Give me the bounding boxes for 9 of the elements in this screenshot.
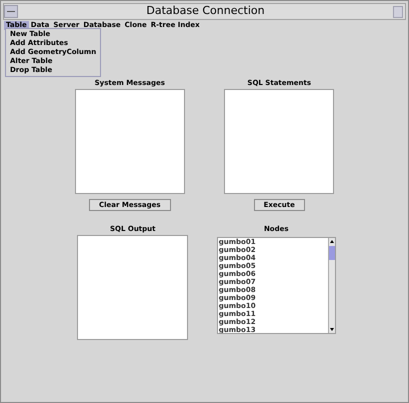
scroll-up-icon[interactable] (330, 240, 334, 243)
text-area[interactable] (74, 89, 185, 194)
text-area[interactable] (224, 89, 334, 194)
window-menu-icon[interactable] (4, 5, 18, 18)
scroll-thumb[interactable] (328, 246, 335, 260)
scrollbar[interactable] (328, 238, 335, 333)
close-icon[interactable] (393, 6, 403, 18)
window-title: Database Connection (145, 3, 266, 20)
scroll-down-icon[interactable] (330, 328, 334, 331)
